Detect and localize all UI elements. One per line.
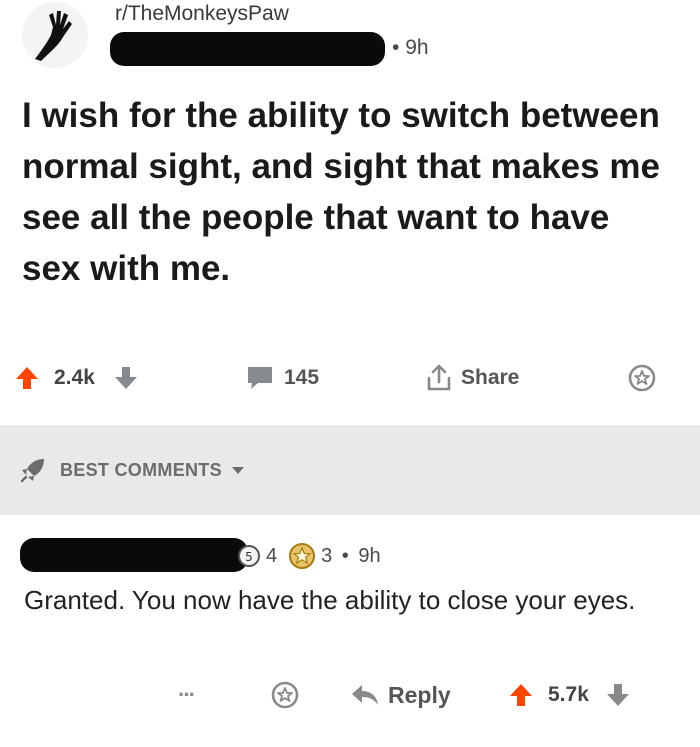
comment-count: 145 — [284, 366, 320, 389]
comment-body[interactable]: Granted. You now have the ability to clo… — [24, 582, 664, 618]
gold-award-icon — [289, 543, 316, 569]
more-options-icon: ··· — [178, 682, 196, 707]
post-title[interactable]: I wish for the ability to switch between… — [22, 90, 672, 294]
post-time: • 9h — [392, 36, 429, 60]
separator-dot: • — [392, 36, 406, 59]
redacted-comment-author — [20, 538, 248, 572]
separator-dot: • — [336, 544, 355, 567]
comments-button[interactable]: 145 — [246, 355, 319, 401]
monkey-paw-avatar-icon — [35, 11, 72, 61]
award-count-2: 3 — [321, 544, 333, 567]
share-label: Share — [461, 366, 520, 389]
award-icon — [628, 364, 656, 392]
svg-text:5: 5 — [245, 550, 253, 564]
post: r/TheMonkeysPaw • 9h I wish for the abil… — [0, 0, 700, 430]
reply-arrow-icon — [352, 685, 378, 705]
reply-button[interactable]: Reply — [350, 672, 451, 718]
subreddit-avatar[interactable] — [22, 2, 88, 68]
sort-dropdown[interactable]: BEST COMMENTS — [18, 455, 246, 485]
award-icon — [271, 681, 299, 709]
downvote-arrow-icon[interactable] — [605, 682, 631, 708]
comment-bubble-icon — [248, 367, 272, 389]
post-time-value: 9h — [405, 36, 429, 59]
share-icon — [427, 364, 451, 391]
post-action-bar: 2.4k 145 Share — [0, 355, 700, 401]
comment-time: 9h — [358, 544, 381, 567]
upvote-arrow-icon[interactable] — [508, 682, 534, 708]
comment-vote-group: 5.7k — [508, 672, 631, 718]
comment-meta: 5 4 3 • 9h — [236, 541, 381, 571]
comment-action-bar: ··· Reply 5.7k — [0, 672, 700, 718]
award-count-1: 4 — [266, 544, 278, 567]
sort-label: BEST COMMENTS — [60, 459, 222, 480]
more-options-button[interactable]: ··· — [178, 672, 196, 718]
comment-score: 5.7k — [548, 683, 589, 706]
downvote-arrow-icon[interactable] — [113, 365, 139, 391]
award-button[interactable] — [627, 355, 657, 401]
post-score: 2.4k — [54, 366, 95, 389]
rocket-icon — [20, 459, 44, 483]
upvote-arrow-icon[interactable] — [14, 365, 40, 391]
subreddit-name[interactable]: r/TheMonkeysPaw — [115, 2, 289, 26]
reply-label: Reply — [388, 681, 451, 708]
comment-award-button[interactable] — [270, 672, 300, 718]
chevron-down-icon — [231, 467, 244, 474]
vote-group: 2.4k — [14, 355, 139, 401]
share-button[interactable]: Share — [425, 355, 519, 401]
redacted-username — [110, 32, 385, 66]
award-medal-icon: 5 — [238, 545, 260, 567]
